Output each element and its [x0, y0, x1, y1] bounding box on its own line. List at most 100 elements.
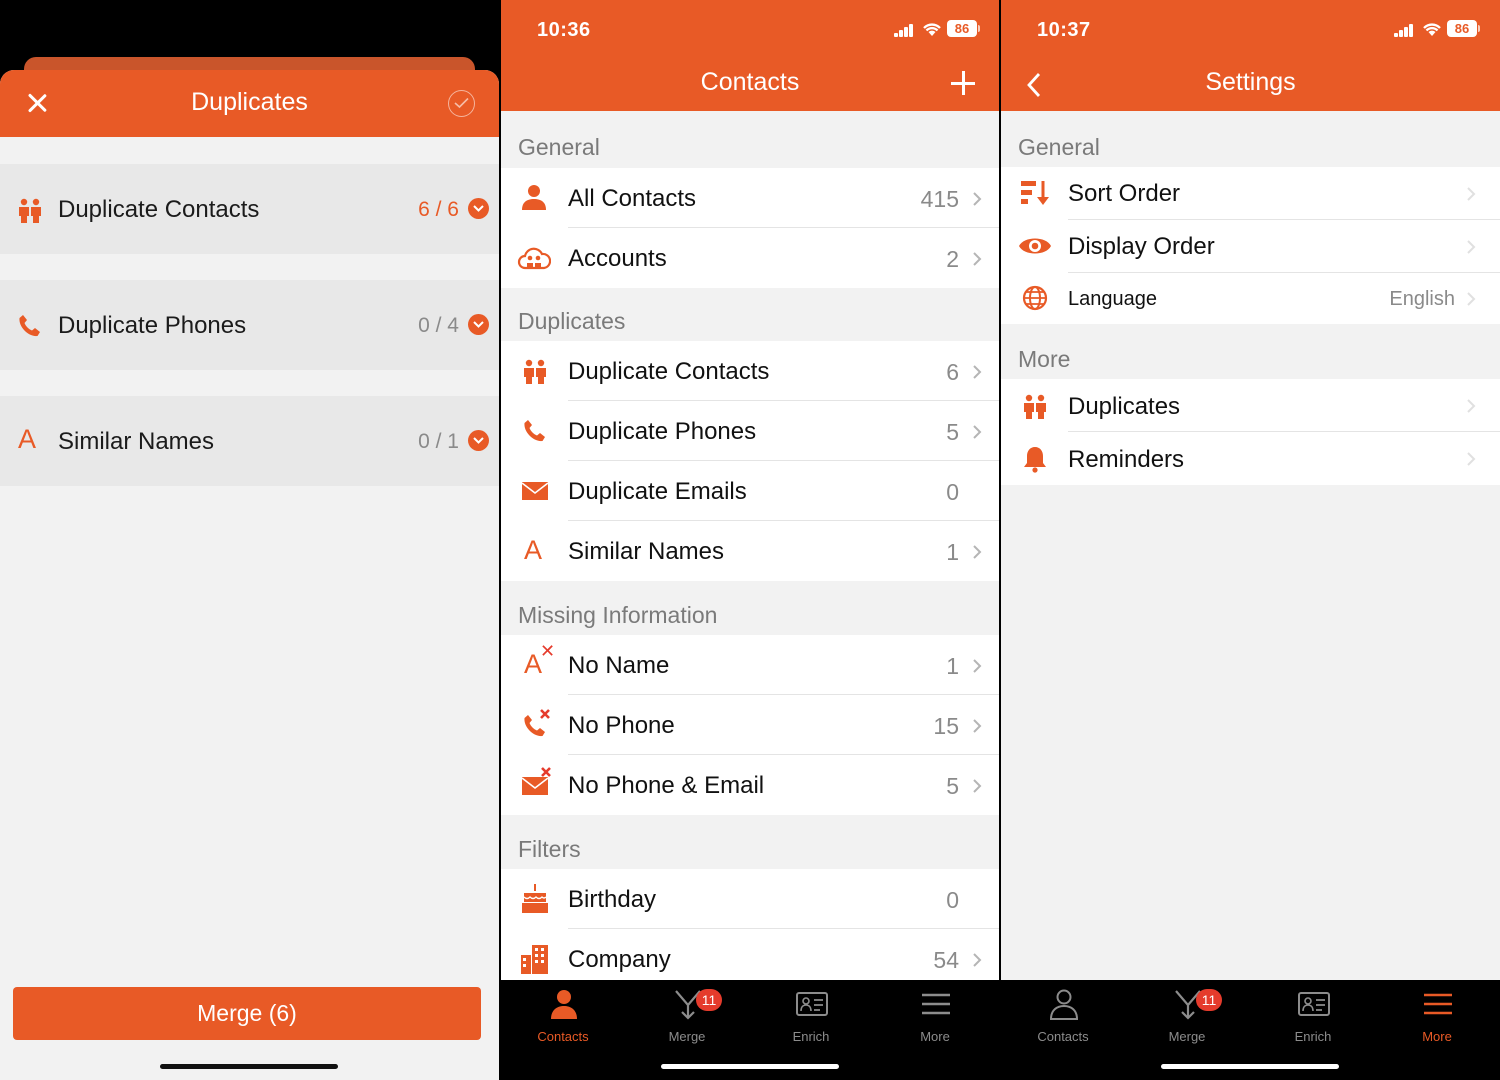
select-all-check-icon[interactable]: [448, 90, 475, 117]
row-count: 6: [946, 359, 959, 385]
sheet-header: Duplicates: [0, 70, 499, 137]
duplicate-phones-row[interactable]: Duplicate Phones 0 / 4: [0, 280, 499, 370]
display-order-row[interactable]: Display Order: [1001, 220, 1500, 273]
chevron-down-icon[interactable]: [468, 314, 489, 335]
merge-button[interactable]: Merge (6): [13, 987, 481, 1040]
row-label: Duplicate Phones: [568, 418, 757, 445]
tab-enrich[interactable]: Enrich: [1251, 986, 1375, 1046]
birthday-row[interactable]: Birthday 0: [501, 869, 999, 929]
tab-contacts[interactable]: Contacts: [1001, 986, 1125, 1046]
eye-icon: [1019, 238, 1051, 254]
status-bar: 10:36 86: [501, 0, 999, 55]
tab-merge[interactable]: 11 Merge: [1125, 986, 1249, 1046]
chevron-right-icon: [973, 953, 982, 967]
tab-label: Enrich: [1294, 1029, 1332, 1044]
language-row[interactable]: Language English: [1001, 273, 1500, 324]
similar-names-row[interactable]: A Similar Names 0 / 1: [0, 396, 499, 486]
filters-group: Birthday 0 Company 54: [501, 869, 999, 980]
no-phone-icon: [524, 709, 550, 737]
status-time: 10:37: [1037, 19, 1091, 41]
row-label: All Contacts: [568, 185, 697, 212]
similar-names-row[interactable]: A Similar Names 1: [501, 521, 999, 581]
duplicates-group: Duplicate Contacts 6 Duplicate Phones 5 …: [501, 341, 999, 581]
row-count: 2: [946, 246, 959, 272]
chevron-right-icon: [973, 425, 982, 439]
contacts-screen: 10:36 86 Contacts General All Contacts 4…: [501, 0, 999, 1080]
chevron-right-icon: [1467, 240, 1476, 254]
duplicates-sheet: Duplicates Duplicate Contacts 6 / 6 Dupl…: [0, 70, 499, 1080]
tab-enrich[interactable]: Enrich: [749, 986, 873, 1046]
tab-label: More: [920, 1029, 950, 1044]
status-time: 10:36: [537, 19, 591, 41]
sort-order-row[interactable]: Sort Order: [1001, 167, 1500, 220]
row-count: 5: [946, 773, 959, 799]
signal-icon: [1394, 24, 1414, 37]
status-bar: 10:37 86: [1001, 0, 1500, 55]
row-label: Duplicate Contacts: [568, 358, 770, 385]
sort-icon: [1021, 181, 1049, 205]
chevron-right-icon: [973, 252, 982, 266]
chevron-right-icon: [1467, 187, 1476, 201]
more-settings-group: Duplicates Reminders: [1001, 379, 1500, 485]
row-count: 0: [946, 887, 959, 913]
chevron-right-icon: [973, 545, 982, 559]
general-settings-group: Sort Order Display Order Language Englis…: [1001, 167, 1500, 324]
duplicate-emails-row[interactable]: Duplicate Emails 0: [501, 461, 999, 521]
duplicate-contacts-row[interactable]: Duplicate Contacts 6: [501, 341, 999, 401]
no-name-icon: A ✕: [524, 641, 556, 679]
tab-contacts[interactable]: Contacts: [501, 986, 625, 1046]
row-count: 1: [946, 539, 959, 565]
chevron-down-icon[interactable]: [468, 430, 489, 451]
duplicates-settings-row[interactable]: Duplicates: [1001, 379, 1500, 432]
chevron-right-icon: [1467, 292, 1476, 306]
add-icon[interactable]: [951, 71, 975, 95]
row-label: Duplicate Emails: [568, 478, 747, 505]
tab-label: Contacts: [537, 1029, 589, 1044]
duplicate-contacts-row[interactable]: Duplicate Contacts 6 / 6: [0, 164, 499, 254]
general-group: All Contacts 415 Accounts 2: [501, 168, 999, 288]
people-icon: [524, 359, 546, 384]
merge-badge: 11: [696, 989, 722, 1011]
no-phone-row[interactable]: No Phone 15: [501, 695, 999, 755]
chevron-right-icon: [1467, 452, 1476, 466]
row-count: 0: [946, 479, 959, 505]
id-card-icon: [1298, 992, 1330, 1016]
chevron-right-icon: [973, 659, 982, 673]
menu-icon: [922, 993, 950, 1015]
tab-label: Enrich: [792, 1029, 830, 1044]
menu-icon: [1424, 993, 1452, 1015]
no-name-row[interactable]: A ✕ No Name 1: [501, 635, 999, 695]
settings-screen: 10:37 86 Settings General Sort Order Dis…: [1001, 0, 1500, 1080]
section-header-missing-information: Missing Information: [518, 602, 718, 628]
no-email-icon: [521, 767, 551, 795]
tab-label: Merge: [1168, 1029, 1206, 1044]
row-label: Reminders: [1068, 446, 1185, 473]
tab-more[interactable]: More: [873, 986, 997, 1046]
row-label: Language: [1068, 288, 1157, 310]
tab-merge[interactable]: 11 Merge: [625, 986, 749, 1046]
wifi-icon: [923, 23, 941, 36]
merge-badge: 11: [1196, 989, 1222, 1011]
accounts-row[interactable]: Accounts 2: [501, 228, 999, 288]
navigation-bar: Contacts: [501, 55, 999, 111]
building-icon: [521, 945, 548, 974]
tab-more[interactable]: More: [1375, 986, 1499, 1046]
row-count: 0 / 4: [418, 314, 459, 337]
row-count: 15: [933, 713, 959, 739]
bell-icon: [1024, 447, 1046, 473]
reminders-row[interactable]: Reminders: [1001, 432, 1500, 485]
all-contacts-row[interactable]: All Contacts 415: [501, 168, 999, 228]
row-count: 415: [920, 186, 959, 212]
row-label: Duplicate Contacts: [58, 196, 260, 223]
no-phone-and-email-row[interactable]: No Phone & Email 5: [501, 755, 999, 815]
chevron-right-icon: [973, 779, 982, 793]
people-icon: [1024, 394, 1046, 419]
chevron-down-icon[interactable]: [468, 198, 489, 219]
row-label: Company: [568, 946, 671, 973]
phone-icon: [524, 420, 545, 442]
duplicate-phones-row[interactable]: Duplicate Phones 5: [501, 401, 999, 461]
home-indicator: [160, 1064, 338, 1069]
page-title: Settings: [1205, 68, 1296, 96]
row-count: 6 / 6: [418, 198, 459, 221]
navigation-bar: Settings: [1001, 55, 1500, 111]
